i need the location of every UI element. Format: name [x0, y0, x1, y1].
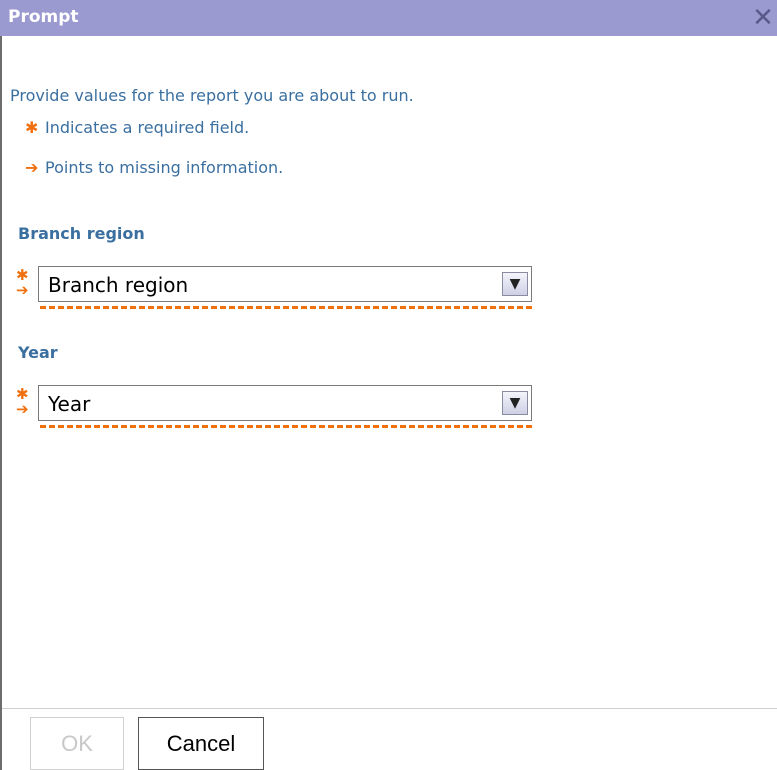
footer-divider [2, 708, 777, 709]
chevron-down-icon[interactable]: ▼ [502, 391, 528, 415]
close-icon[interactable]: ✕ [750, 3, 776, 33]
year-select[interactable]: Year ▼ [38, 385, 532, 421]
year-markers: ✱ ➔ [16, 387, 32, 417]
legend-missing: ➔ Points to missing information. [25, 158, 283, 177]
missing-info-underline [40, 425, 532, 428]
missing-arrow-icon: ➔ [16, 400, 29, 418]
branch-region-select[interactable]: Branch region ▼ [38, 266, 532, 302]
missing-arrow-icon: ➔ [25, 158, 39, 177]
missing-arrow-icon: ➔ [16, 281, 29, 299]
year-value: Year [48, 392, 91, 416]
legend-required: ✱ Indicates a required field. [25, 118, 249, 137]
year-label: Year [18, 343, 58, 362]
cancel-button[interactable]: Cancel [138, 717, 264, 770]
legend-missing-text: Points to missing information. [45, 158, 284, 177]
dialog-title: Prompt [8, 7, 79, 27]
ok-button[interactable]: OK [30, 717, 124, 770]
chevron-down-icon[interactable]: ▼ [502, 272, 528, 296]
legend-required-text: Indicates a required field. [45, 118, 250, 137]
missing-info-underline [40, 306, 532, 309]
intro-text: Provide values for the report you are ab… [10, 86, 414, 105]
branch-region-markers: ✱ ➔ [16, 268, 32, 298]
branch-region-value: Branch region [48, 273, 189, 297]
required-asterisk-icon: ✱ [25, 118, 39, 137]
dialog-titlebar: Prompt ✕ [0, 0, 777, 36]
branch-region-label: Branch region [18, 224, 145, 243]
